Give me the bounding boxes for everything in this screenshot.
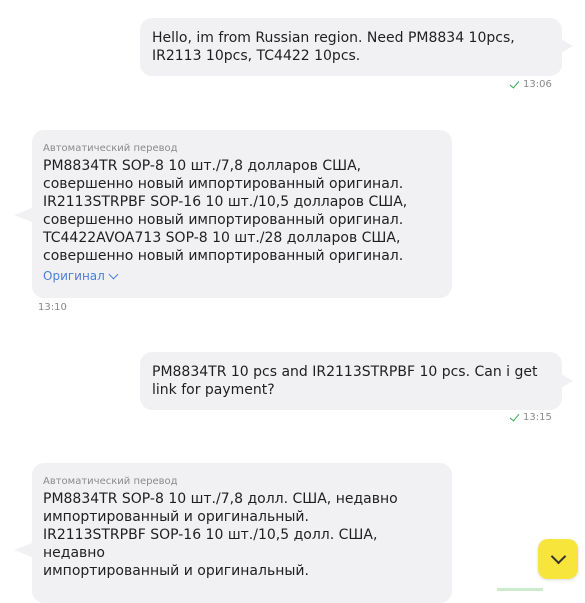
read-check-icon (509, 410, 520, 422)
message-bubble-incoming[interactable]: Автоматический перевод PM8834TR SOP-8 10… (32, 463, 452, 603)
auto-translate-label: Автоматический перевод (43, 476, 178, 487)
message-text: PM8834TR SOP-8 10 шт./7,8 долларов США, … (43, 158, 408, 264)
chevron-down-icon (550, 548, 566, 565)
message-bubble-outgoing[interactable]: Hello, im from Russian region. Need PM88… (140, 18, 562, 76)
show-original-label: Оригинал (43, 269, 105, 283)
bubble-tail (14, 543, 32, 557)
message-meta: 13:10 (38, 302, 67, 313)
message-meta: 13:06 (509, 77, 552, 90)
chevron-down-icon (108, 269, 119, 279)
message-text: Hello, im from Russian region. Need PM88… (152, 30, 515, 64)
message-time: 13:06 (523, 79, 552, 90)
message-bubble-incoming[interactable]: Автоматический перевод PM8834TR SOP-8 10… (32, 130, 452, 298)
bubble-tail (561, 374, 573, 388)
bubble-tail (561, 39, 573, 53)
message-time: 13:10 (38, 302, 67, 313)
read-check-icon (509, 77, 520, 89)
bubble-tail (14, 208, 32, 222)
message-text: PM8834TR SOP-8 10 шт./7,8 долл. США, нед… (43, 491, 398, 579)
message-text: PM8834TR 10 pcs and IR2113STRPBF 10 pcs.… (152, 364, 538, 398)
message-bubble-outgoing[interactable]: PM8834TR 10 pcs and IR2113STRPBF 10 pcs.… (140, 352, 562, 410)
message-meta: 13:15 (509, 410, 552, 423)
auto-translate-label: Автоматический перевод (43, 143, 178, 154)
message-time: 13:15 (523, 412, 552, 423)
show-original-link[interactable]: Оригинал (43, 269, 119, 283)
scroll-to-bottom-button[interactable] (538, 539, 578, 579)
